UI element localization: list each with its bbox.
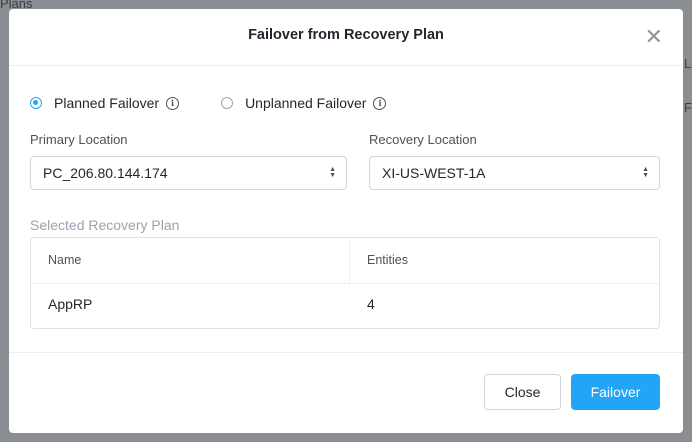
radio-checked-icon[interactable] — [30, 97, 42, 109]
primary-location-select[interactable]: PC_206.80.144.174 ▲ ▼ — [30, 156, 347, 190]
recovery-location-value: XI-US-WEST-1A — [382, 165, 486, 181]
column-header-entities: Entities — [367, 253, 408, 267]
unplanned-failover-radio[interactable]: Unplanned Failover i — [221, 95, 387, 111]
planned-failover-radio[interactable]: Planned Failover i — [30, 95, 180, 111]
table-header-row: Name Entities — [31, 238, 659, 284]
radio-unchecked-icon[interactable] — [221, 97, 234, 109]
dialog-title: Failover from Recovery Plan — [248, 27, 444, 43]
column-divider — [349, 238, 350, 283]
select-arrows-icon: ▲ ▼ — [329, 166, 336, 179]
failover-type-group: Planned Failover i Unplanned Failover i — [30, 95, 387, 111]
recovery-plan-table: Name Entities AppRP 4 — [30, 237, 660, 329]
unplanned-failover-label: Unplanned Failover — [245, 95, 367, 111]
recovery-location-label: Recovery Location — [369, 132, 477, 147]
planned-failover-label: Planned Failover — [54, 95, 160, 111]
info-icon[interactable]: i — [166, 96, 180, 110]
failover-button[interactable]: Failover — [571, 374, 660, 410]
background-text-f: F — [684, 100, 692, 115]
dialog-header: Failover from Recovery Plan ✕ — [9, 9, 683, 66]
failover-dialog: Failover from Recovery Plan ✕ Planned Fa… — [9, 9, 683, 433]
cell-entities: 4 — [367, 296, 375, 312]
info-icon[interactable]: i — [373, 96, 387, 110]
background-text-l: L — [684, 56, 692, 71]
close-button[interactable]: Close — [484, 374, 561, 410]
primary-location-value: PC_206.80.144.174 — [43, 165, 168, 181]
dialog-footer: Close Failover — [9, 352, 683, 434]
column-header-name: Name — [48, 253, 82, 267]
close-icon[interactable]: ✕ — [645, 23, 663, 51]
select-arrows-icon: ▲ ▼ — [642, 166, 649, 179]
cell-name: AppRP — [48, 296, 93, 312]
selected-recovery-plan-label: Selected Recovery Plan — [30, 217, 180, 233]
recovery-location-select[interactable]: XI-US-WEST-1A ▲ ▼ — [369, 156, 660, 190]
primary-location-label: Primary Location — [30, 132, 128, 147]
